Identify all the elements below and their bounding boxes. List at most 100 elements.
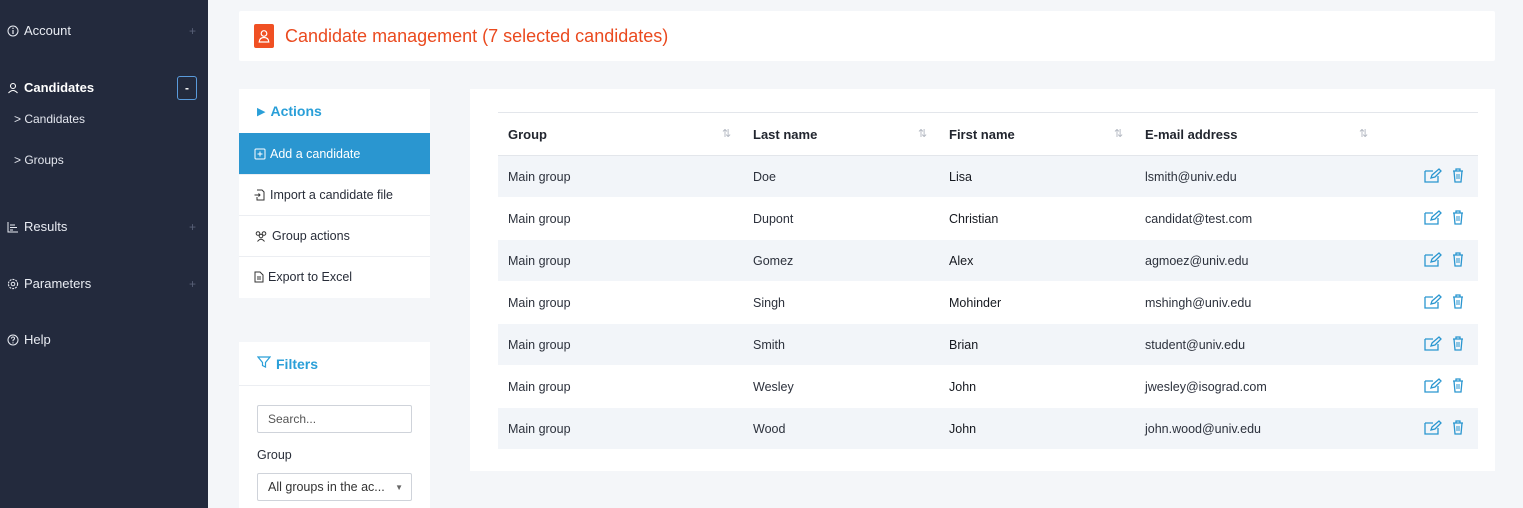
table-row[interactable]: Main group Singh Mohinder mshingh@univ.edu xyxy=(498,282,1478,324)
row-actions xyxy=(1424,336,1464,351)
column-header-group[interactable]: Group xyxy=(508,127,547,142)
cell-first-name: Alex xyxy=(949,254,974,268)
edit-icon[interactable] xyxy=(1424,294,1442,309)
cell-email: jwesley@isograd.com xyxy=(1145,380,1267,394)
row-actions xyxy=(1424,420,1464,435)
cell-email: mshingh@univ.edu xyxy=(1145,296,1252,310)
expand-icon[interactable]: + xyxy=(189,220,196,234)
sidebar: Account + Candidates - > Candidates > Gr… xyxy=(0,0,208,508)
action-label: Export to Excel xyxy=(268,270,353,284)
cell-last-name: Smith xyxy=(753,338,785,352)
trash-icon[interactable] xyxy=(1452,294,1464,309)
cell-first-name: Christian xyxy=(949,212,999,226)
sidebar-item-account[interactable]: Account + xyxy=(6,23,200,38)
edit-icon[interactable] xyxy=(1424,168,1442,183)
row-actions xyxy=(1424,294,1464,309)
cell-group: Main group xyxy=(508,422,571,436)
column-header-email[interactable]: E-mail address xyxy=(1145,127,1238,142)
column-header-last-name[interactable]: Last name xyxy=(753,127,817,142)
user-icon xyxy=(6,81,20,95)
candidates-table-card: Group ⇅ Last name ⇅ First name ⇅ E-mail … xyxy=(470,89,1495,471)
expand-icon[interactable]: + xyxy=(189,24,196,38)
sort-icon[interactable]: ⇅ xyxy=(722,127,731,140)
edit-icon[interactable] xyxy=(1424,378,1442,393)
sidebar-item-results[interactable]: Results + xyxy=(6,219,200,234)
trash-icon[interactable] xyxy=(1452,420,1464,435)
add-candidate-button[interactable]: Add a candidate xyxy=(239,133,430,174)
table-row[interactable]: Main group Doe Lisa lsmith@univ.edu xyxy=(498,156,1478,198)
sidebar-subitem-groups[interactable]: > Groups xyxy=(14,153,64,167)
row-actions xyxy=(1424,252,1464,267)
trash-icon[interactable] xyxy=(1452,168,1464,183)
sidebar-item-help[interactable]: Help xyxy=(6,332,200,347)
row-actions xyxy=(1424,168,1464,183)
cell-first-name: John xyxy=(949,380,977,394)
edit-icon[interactable] xyxy=(1424,252,1442,267)
sidebar-item-candidates[interactable]: Candidates - xyxy=(6,76,200,100)
edit-icon[interactable] xyxy=(1424,420,1442,435)
page-title: Candidate management (7 selected candida… xyxy=(285,25,669,46)
action-label: Add a candidate xyxy=(270,146,361,161)
action-label: Group actions xyxy=(272,229,350,243)
trash-icon[interactable] xyxy=(1452,252,1464,267)
sidebar-subitem-candidates[interactable]: > Candidates xyxy=(14,112,85,126)
user-icon xyxy=(254,24,274,48)
filters-title-label: Filters xyxy=(276,355,319,372)
sidebar-item-label: Help xyxy=(24,332,51,347)
sort-icon[interactable]: ⇅ xyxy=(1114,127,1123,140)
caret-down-icon: ▼ xyxy=(395,482,403,492)
import-candidate-file-button[interactable]: Import a candidate file xyxy=(239,174,430,215)
play-icon: ▶ xyxy=(257,105,266,118)
cell-last-name: Wood xyxy=(753,422,786,436)
filter-icon xyxy=(256,356,272,371)
table-row[interactable]: Main group Wood John john.wood@univ.edu xyxy=(498,408,1478,450)
cell-email: student@univ.edu xyxy=(1145,338,1246,352)
edit-icon[interactable] xyxy=(1424,336,1442,351)
group-select-value: All groups in the ac... xyxy=(268,480,385,494)
sort-icon[interactable]: ⇅ xyxy=(918,127,927,140)
cell-email: candidat@test.com xyxy=(1145,212,1253,226)
trash-icon[interactable] xyxy=(1452,378,1464,393)
search-input[interactable]: Search... xyxy=(257,405,412,433)
action-label: Import a candidate file xyxy=(270,188,393,202)
sidebar-item-label: Candidates xyxy=(24,80,95,95)
group-filter-label: Group xyxy=(257,448,292,462)
sidebar-item-parameters[interactable]: Parameters + xyxy=(6,276,200,291)
cell-email: john.wood@univ.edu xyxy=(1145,422,1262,436)
edit-icon[interactable] xyxy=(1424,210,1442,225)
cell-first-name: John xyxy=(949,422,977,436)
cell-group: Main group xyxy=(508,170,571,184)
trash-icon[interactable] xyxy=(1452,210,1464,225)
page-header: Candidate management (7 selected candida… xyxy=(239,11,1495,61)
import-file-icon xyxy=(254,189,266,201)
cell-last-name: Dupont xyxy=(753,212,794,226)
sidebar-item-label: Results xyxy=(24,219,68,234)
cell-first-name: Brian xyxy=(949,338,979,352)
collapse-button[interactable]: - xyxy=(177,76,197,100)
help-icon xyxy=(6,333,20,347)
cell-group: Main group xyxy=(508,254,571,268)
table-row[interactable]: Main group Gomez Alex agmoez@univ.edu xyxy=(498,240,1478,282)
sidebar-item-label: Account xyxy=(24,23,71,38)
cell-last-name: Doe xyxy=(753,170,776,184)
expand-icon[interactable]: + xyxy=(189,277,196,291)
sort-icon[interactable]: ⇅ xyxy=(1359,127,1368,140)
chart-icon xyxy=(6,220,20,234)
table-row[interactable]: Main group Dupont Christian candidat@test.c… xyxy=(498,198,1478,240)
filters-title[interactable]: Filters xyxy=(239,342,430,386)
sidebar-item-label: Parameters xyxy=(24,276,92,291)
table-row[interactable]: Main group Smith Brian student@univ.edu xyxy=(498,324,1478,366)
column-header-first-name[interactable]: First name xyxy=(949,127,1015,142)
export-excel-button[interactable]: Export to Excel xyxy=(239,256,430,297)
cell-first-name: Mohinder xyxy=(949,296,1002,310)
cell-group: Main group xyxy=(508,338,571,352)
group-actions-button[interactable]: Group actions xyxy=(239,215,430,256)
actions-title[interactable]: ▶ Actions xyxy=(239,89,430,133)
gear-icon xyxy=(6,277,20,291)
plus-square-icon xyxy=(254,148,266,160)
group-select[interactable]: All groups in the ac... ▼ xyxy=(257,473,412,501)
table-row[interactable]: Main group Wesley John jwesley@isograd.com xyxy=(498,366,1478,408)
trash-icon[interactable] xyxy=(1452,336,1464,351)
cell-last-name: Wesley xyxy=(753,380,794,394)
cell-last-name: Singh xyxy=(753,296,785,310)
